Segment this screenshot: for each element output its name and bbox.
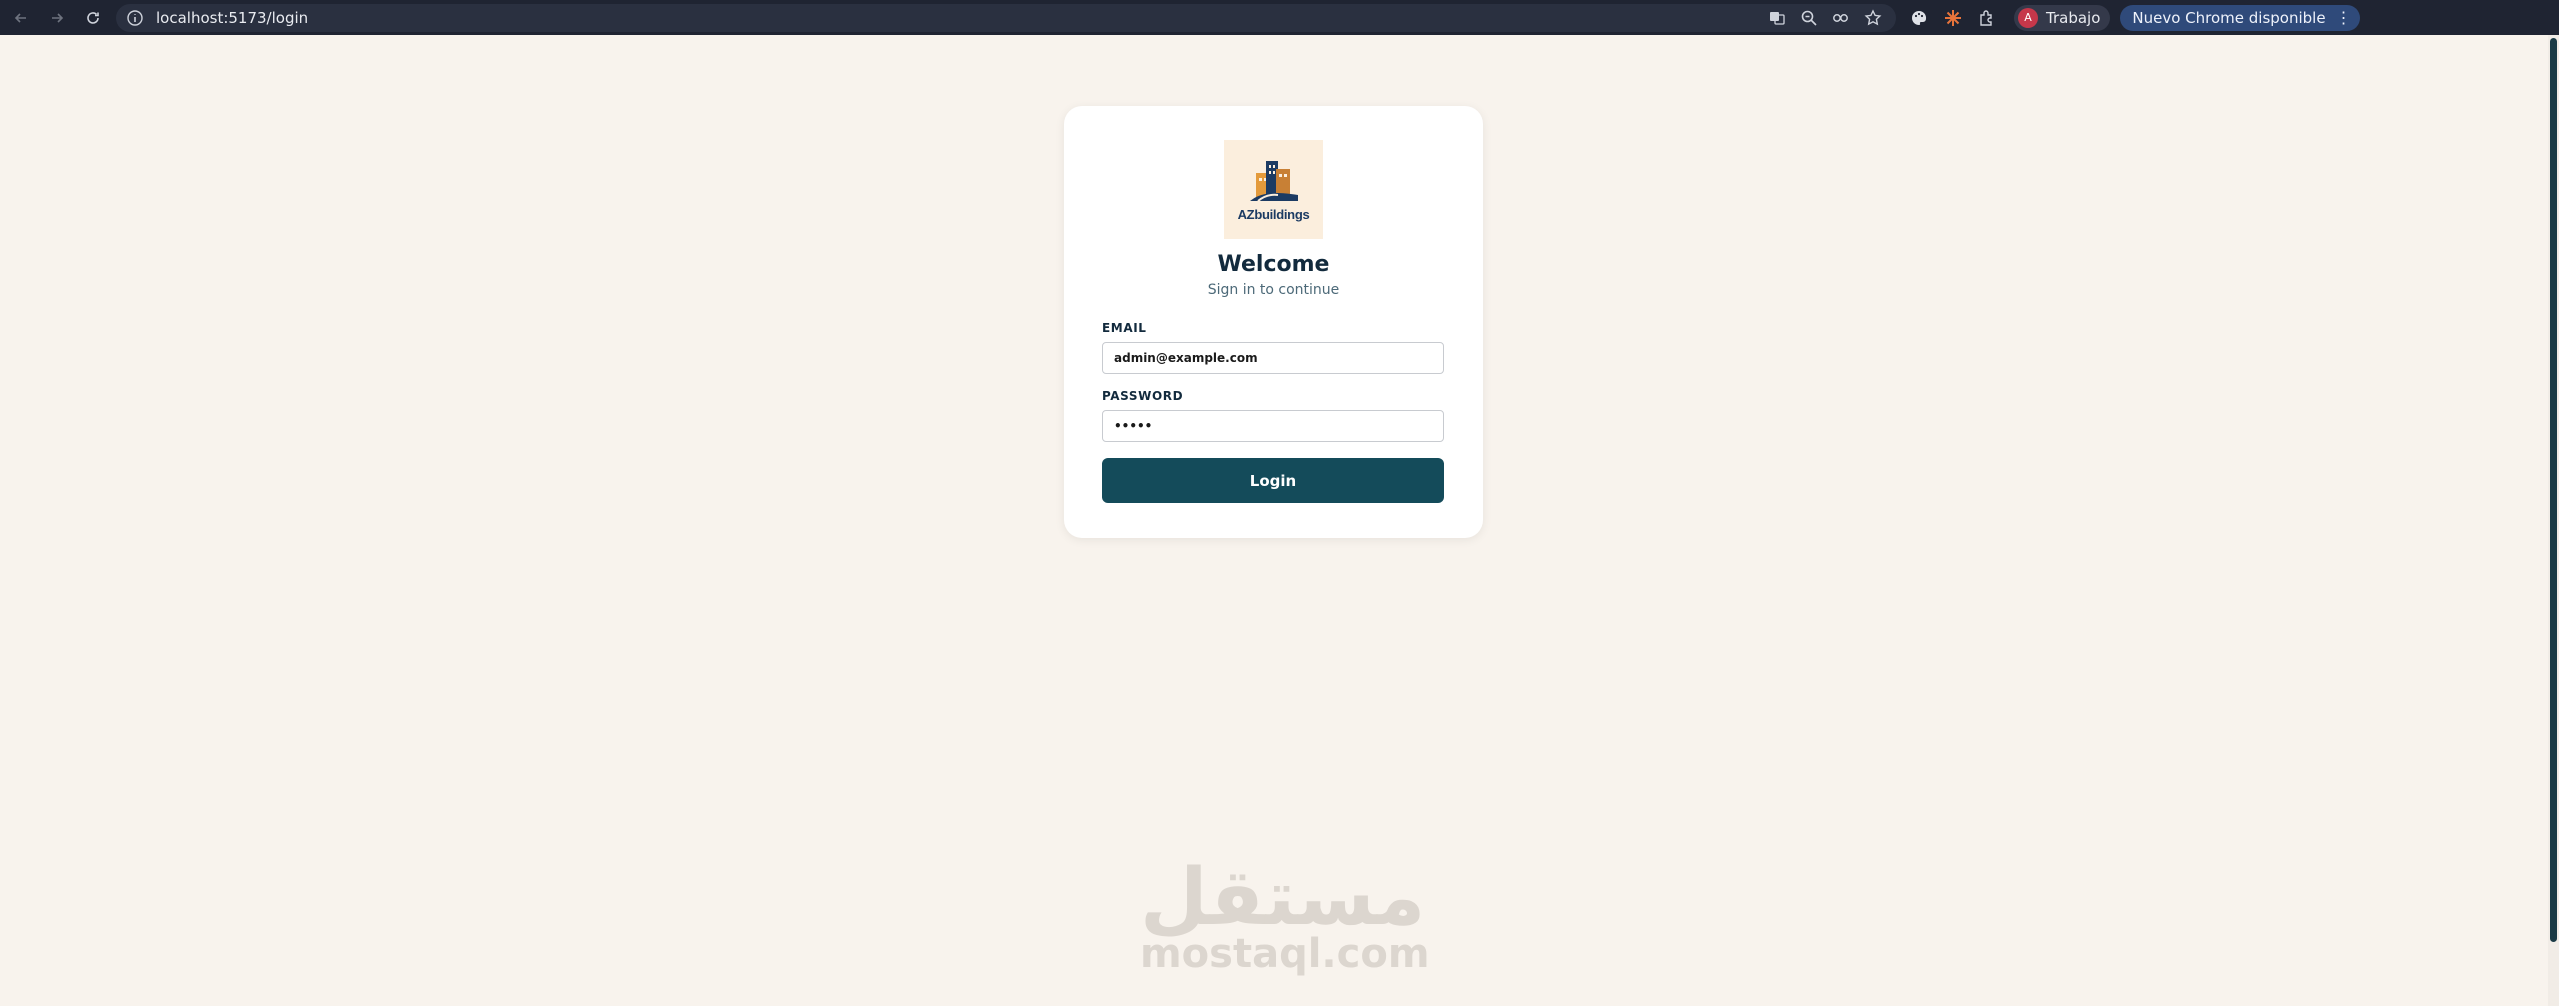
forward-button[interactable] bbox=[42, 3, 72, 33]
translate-icon[interactable] bbox=[1768, 9, 1786, 27]
password-field[interactable] bbox=[1102, 410, 1444, 442]
email-label: EMAIL bbox=[1102, 321, 1147, 335]
page-title: Welcome bbox=[1217, 252, 1330, 277]
arrow-left-icon bbox=[14, 12, 26, 23]
watermark: مستقل mostaql.com bbox=[1140, 853, 1430, 977]
url-text[interactable]: localhost:5173/login bbox=[156, 9, 308, 27]
extensions-puzzle-icon[interactable] bbox=[1978, 9, 1996, 27]
bookmark-star-icon[interactable] bbox=[1864, 8, 1882, 27]
buildings-logo-icon bbox=[1249, 161, 1298, 202]
arrow-right-icon bbox=[52, 12, 64, 23]
page-scrollbar-thumb[interactable] bbox=[2550, 38, 2557, 942]
profile-button[interactable]: A Trabajo bbox=[2014, 4, 2111, 31]
profile-name: Trabajo bbox=[2046, 8, 2101, 27]
email-field[interactable] bbox=[1102, 342, 1444, 374]
page-subtitle: Sign in to continue bbox=[1207, 282, 1340, 298]
extension-sparkle-icon[interactable] bbox=[1944, 9, 1962, 27]
login-card: AZbuildings Welcome Sign in to continue … bbox=[1064, 106, 1483, 538]
brand-logo: AZbuildings bbox=[1224, 140, 1323, 239]
login-button[interactable]: Login bbox=[1102, 458, 1444, 503]
reload-button[interactable] bbox=[78, 3, 108, 33]
avatar: A bbox=[2018, 7, 2038, 28]
watermark-latin: mostaql.com bbox=[1140, 931, 1430, 977]
more-menu-icon[interactable]: ⋮ bbox=[2336, 9, 2352, 26]
address-bar[interactable]: localhost:5173/login bbox=[116, 3, 1896, 32]
password-key-icon[interactable] bbox=[1832, 9, 1850, 27]
update-label: Nuevo Chrome disponible bbox=[2132, 8, 2326, 27]
zoom-icon[interactable] bbox=[1800, 9, 1818, 27]
logo-text: AZbuildings bbox=[1237, 207, 1310, 222]
site-info-icon[interactable] bbox=[126, 9, 144, 27]
extension-palette-icon[interactable] bbox=[1910, 9, 1928, 27]
password-label: PASSWORD bbox=[1102, 389, 1184, 403]
reload-icon bbox=[87, 11, 99, 24]
browser-toolbar: localhost:5173/login A Trabajo Nuevo Chr… bbox=[0, 0, 2559, 35]
chrome-update-button[interactable]: Nuevo Chrome disponible ⋮ bbox=[2120, 4, 2360, 31]
watermark-arabic: مستقل bbox=[1140, 853, 1426, 943]
back-button[interactable] bbox=[6, 3, 36, 33]
